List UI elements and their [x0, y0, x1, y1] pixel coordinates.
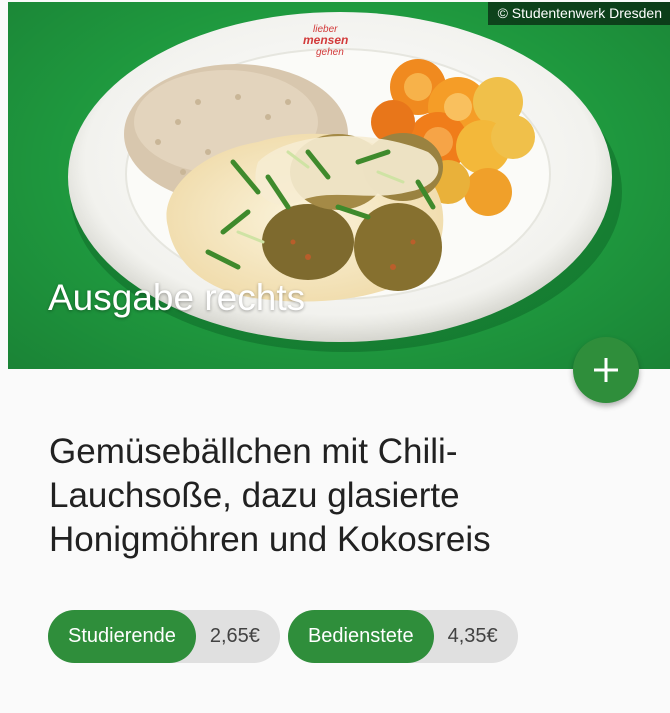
add-meal-button[interactable] [573, 337, 639, 403]
plus-icon [594, 358, 618, 382]
price-value-employees: 4,35€ [447, 625, 498, 647]
meal-card: lieber mensen gehen © Studentenwerk Dres… [0, 0, 670, 713]
price-value-students: 2,65€ [209, 625, 260, 647]
price-chip-students: Studierende 2,65€ [48, 610, 280, 663]
serving-location: Ausgabe rechts [48, 277, 306, 318]
meal-title: Gemüsebällchen mit Chili-Lauchsoße, dazu… [49, 432, 491, 559]
price-label-students: Studierende [48, 610, 196, 663]
meal-photo: lieber mensen gehen © Studentenwerk Dres… [8, 2, 670, 369]
price-label-employees: Bedienstete [287, 610, 434, 663]
price-chip-employees: Bedienstete 4,35€ [287, 610, 518, 663]
photo-copyright: © Studentenwerk Dresden [487, 2, 670, 25]
price-list: Studierende 2,65€ Bedienstete 4,35€ [48, 610, 518, 663]
